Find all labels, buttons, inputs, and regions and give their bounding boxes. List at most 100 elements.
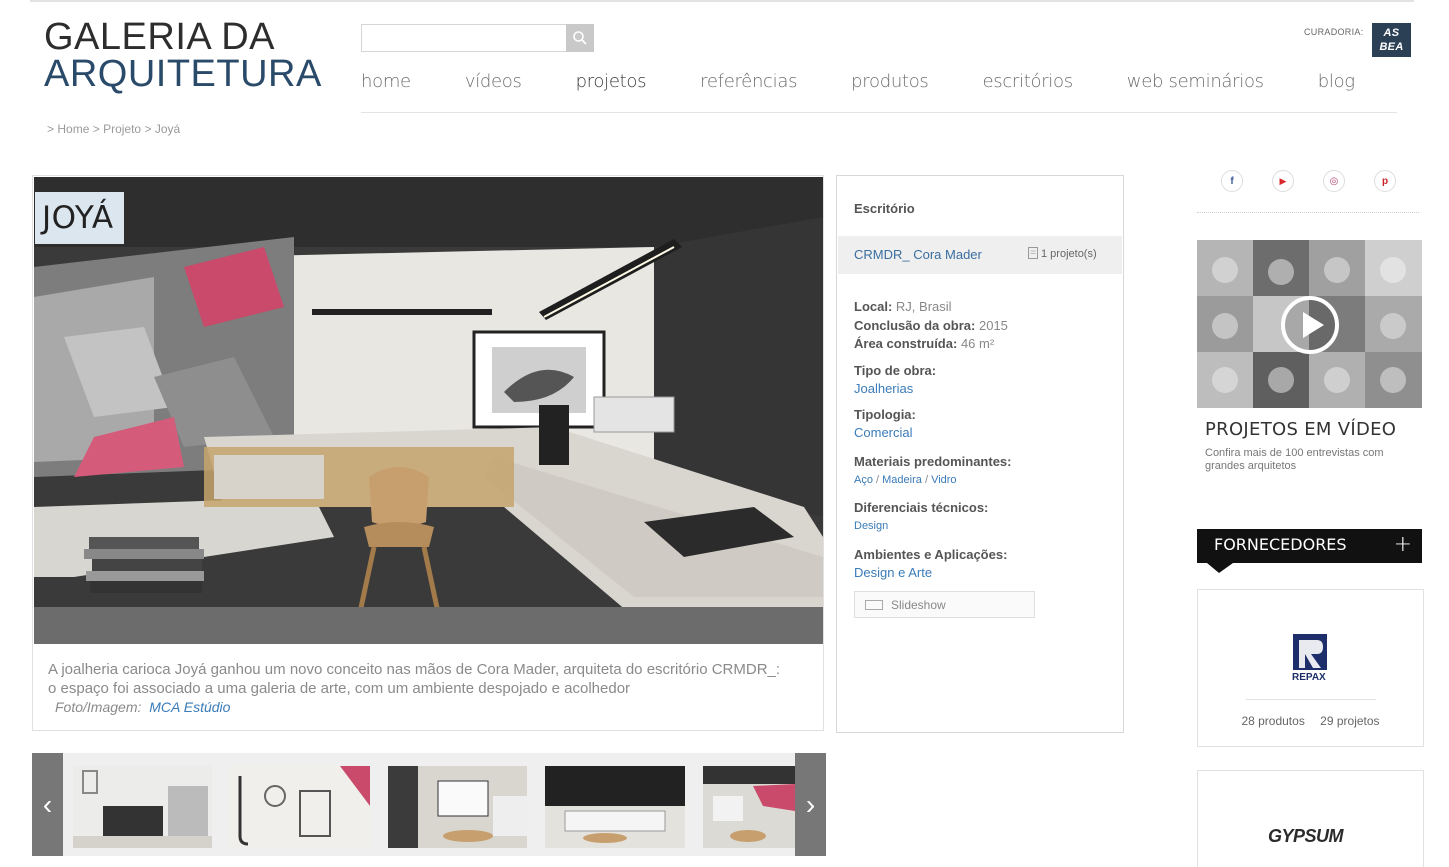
- repax-logo[interactable]: REPAX: [1291, 632, 1331, 683]
- supplier-meta: 28 produtos 29 projetos: [1198, 714, 1423, 728]
- breadcrumb: > Home > Projeto > Joyá: [47, 122, 181, 136]
- gypsum-logo[interactable]: GYPSUM: [1268, 826, 1344, 847]
- photo-credit-label: Foto/Imagem:: [55, 699, 142, 715]
- diferenciais-link[interactable]: Design: [854, 520, 888, 532]
- ambientes-label: Ambientes e Aplicações:: [854, 547, 1008, 562]
- header-divider: [361, 112, 1397, 113]
- carousel-next-button[interactable]: ›: [795, 753, 826, 856]
- nav-videos[interactable]: vídeos: [465, 71, 522, 92]
- video-projects-thumbnail[interactable]: [1197, 240, 1422, 408]
- social-divider: [1197, 212, 1419, 213]
- project-main-photo[interactable]: [34, 177, 823, 644]
- tipologia-value: Comercial: [854, 424, 913, 442]
- logo-line1: GALERIA DA: [44, 16, 275, 58]
- repax-logo-text: REPAX: [1292, 672, 1326, 682]
- carousel-thumb[interactable]: [545, 766, 685, 848]
- nav-projetos[interactable]: projetos: [576, 71, 647, 92]
- site-logo[interactable]: GALERIA DA ARQUITETURA: [44, 18, 322, 93]
- photo-credit: Foto/Imagem: MCA Estúdio: [55, 699, 230, 715]
- material-link-aco[interactable]: Aço: [854, 474, 873, 486]
- logo-line2: ARQUITETURA: [44, 53, 322, 95]
- material-link-madeira[interactable]: Madeira: [882, 474, 922, 486]
- project-info-panel: Escritório CRMDR_ Cora Mader 1 projeto(s…: [836, 175, 1124, 733]
- fornecedores-label: FORNECEDORES: [1214, 535, 1347, 554]
- supplier-card-gypsum[interactable]: GYPSUM: [1197, 770, 1424, 867]
- tipo-value: Joalherias: [854, 380, 913, 398]
- ambientes-value: Design e Arte: [854, 564, 932, 582]
- supplier-projects-count[interactable]: 29 projetos: [1320, 714, 1379, 728]
- thumbnail-carousel: ‹ ›: [32, 753, 826, 856]
- tipo-label: Tipo de obra:: [854, 363, 937, 378]
- carousel-thumb[interactable]: [703, 766, 795, 848]
- carousel-thumb[interactable]: [388, 766, 527, 848]
- project-description: A joalheria carioca Joyá ganhou um novo …: [48, 661, 781, 697]
- supplier-products-count[interactable]: 28 produtos: [1241, 714, 1304, 728]
- office-row: CRMDR_ Cora Mader 1 projeto(s): [838, 236, 1122, 274]
- nav-home[interactable]: home: [361, 71, 411, 92]
- office-link[interactable]: CRMDR_ Cora Mader: [854, 247, 982, 262]
- nav-blog[interactable]: blog: [1318, 71, 1355, 92]
- video-section-subtitle: Confira mais de 100 entrevistas com gran…: [1205, 447, 1384, 472]
- diferenciais-label: Diferenciais técnicos:: [854, 500, 989, 515]
- chevron-left-icon: ‹: [42, 788, 53, 820]
- project-panel: [32, 175, 824, 731]
- area-value: 46 m²: [960, 336, 995, 351]
- project-title: JOYÁ: [35, 192, 124, 244]
- area-row: Área construída: 46 m²: [854, 335, 994, 353]
- top-border: [30, 0, 1414, 2]
- chevron-right-icon: ›: [805, 788, 816, 820]
- search-icon: [573, 31, 587, 45]
- ambientes-link[interactable]: Design e Arte: [854, 565, 932, 580]
- asbea-logo[interactable]: AS BEA: [1372, 23, 1411, 57]
- search-button[interactable]: [566, 24, 594, 52]
- asbea-line2: BEA: [1379, 41, 1404, 53]
- slideshow-label: Slideshow: [891, 597, 946, 612]
- material-link-vidro[interactable]: Vidro: [931, 474, 956, 486]
- nav-referencias[interactable]: referências: [700, 71, 797, 92]
- search-input[interactable]: [361, 24, 566, 52]
- instagram-icon[interactable]: ◎: [1323, 170, 1345, 192]
- breadcrumb-projeto[interactable]: Projeto: [103, 122, 141, 136]
- nav-produtos[interactable]: produtos: [851, 71, 929, 92]
- youtube-icon[interactable]: ▶: [1272, 170, 1294, 192]
- carousel-thumb[interactable]: [73, 766, 212, 848]
- local-value: RJ, Brasil: [895, 299, 952, 314]
- tipologia-link[interactable]: Comercial: [854, 425, 913, 440]
- fornecedores-header[interactable]: FORNECEDORES +: [1197, 529, 1422, 563]
- nav-escritorios[interactable]: escritórios: [982, 71, 1073, 92]
- local-label: Local:: [854, 299, 893, 314]
- materiais-values: Aço / Madeira / Vidro: [854, 474, 957, 486]
- carousel-prev-button[interactable]: ‹: [32, 753, 63, 856]
- conclusao-value: 2015: [978, 318, 1008, 333]
- main-nav: home vídeos projetos referências produto…: [361, 71, 1409, 92]
- local-row: Local: RJ, Brasil: [854, 298, 952, 316]
- play-icon: [1281, 296, 1339, 354]
- area-label: Área construída:: [854, 336, 958, 351]
- pinterest-icon[interactable]: p: [1374, 170, 1396, 192]
- facebook-icon[interactable]: f: [1221, 170, 1243, 192]
- breadcrumb-current: Joyá: [154, 122, 181, 136]
- carousel-thumb[interactable]: [230, 766, 370, 848]
- diferenciais-value: Design: [854, 517, 888, 535]
- tipo-link[interactable]: Joalherias: [854, 381, 913, 396]
- slideshow-button[interactable]: Slideshow: [854, 591, 1035, 618]
- photo-credit-link[interactable]: MCA Estúdio: [149, 699, 230, 715]
- nav-web-seminarios[interactable]: web seminários: [1127, 71, 1264, 92]
- curadoria-label: CURADORIA:: [1304, 27, 1364, 37]
- supplier-divider: [1246, 699, 1376, 700]
- slideshow-icon: [865, 600, 883, 610]
- breadcrumb-home[interactable]: Home: [57, 122, 89, 136]
- conclusao-row: Conclusão da obra: 2015: [854, 317, 1008, 335]
- fornecedores-notch: [1207, 563, 1233, 573]
- materiais-label: Materiais predominantes:: [854, 454, 1012, 469]
- office-header: Escritório: [854, 201, 915, 216]
- conclusao-label: Conclusão da obra:: [854, 318, 976, 333]
- document-icon: [1028, 247, 1038, 259]
- video-section-title[interactable]: PROJETOS EM VÍDEO: [1205, 419, 1396, 440]
- office-project-count[interactable]: 1 projeto(s): [1028, 247, 1097, 260]
- expand-plus-icon[interactable]: +: [1394, 529, 1412, 561]
- tipologia-label: Tipologia:: [854, 407, 916, 422]
- supplier-card-repax[interactable]: REPAX 28 produtos 29 projetos: [1197, 589, 1424, 747]
- asbea-line1: AS: [1383, 27, 1400, 39]
- social-links: f ▶ ◎ p: [1221, 170, 1425, 192]
